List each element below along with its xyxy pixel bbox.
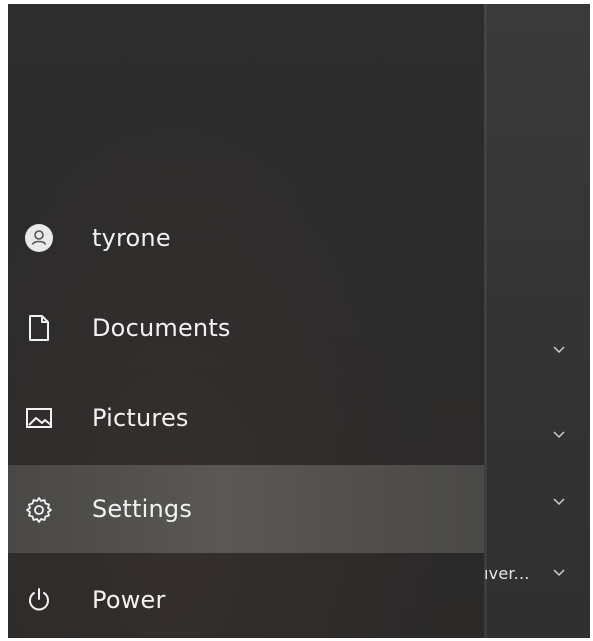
gear-icon (24, 494, 54, 524)
app-list-panel (484, 4, 590, 638)
pane-divider (484, 4, 487, 638)
pictures-icon (24, 403, 54, 433)
start-item-user[interactable]: tyrone (8, 194, 484, 282)
chevron-down-icon[interactable] (552, 567, 566, 577)
start-item-power[interactable]: Power (8, 556, 484, 638)
start-nav-pane: tyrone Documents Pictures Settings Power (8, 4, 484, 638)
start-item-documents[interactable]: Documents (8, 284, 484, 372)
start-item-label: Documents (92, 314, 231, 342)
document-icon (24, 313, 54, 343)
start-item-label: tyrone (92, 224, 171, 252)
chevron-down-icon[interactable] (552, 344, 566, 354)
start-item-settings[interactable]: Settings (8, 465, 484, 553)
chevron-down-icon[interactable] (552, 496, 566, 506)
start-item-pictures[interactable]: Pictures (8, 374, 484, 462)
start-item-label: Settings (92, 495, 193, 523)
truncated-app-label[interactable]: ıver... (484, 564, 530, 583)
user-avatar-icon (24, 223, 54, 253)
power-icon (24, 585, 54, 615)
start-menu-window: tyrone Documents Pictures Settings Power… (8, 4, 590, 638)
start-item-label: Pictures (92, 404, 189, 432)
start-item-label: Power (92, 586, 166, 614)
chevron-down-icon[interactable] (552, 429, 566, 439)
